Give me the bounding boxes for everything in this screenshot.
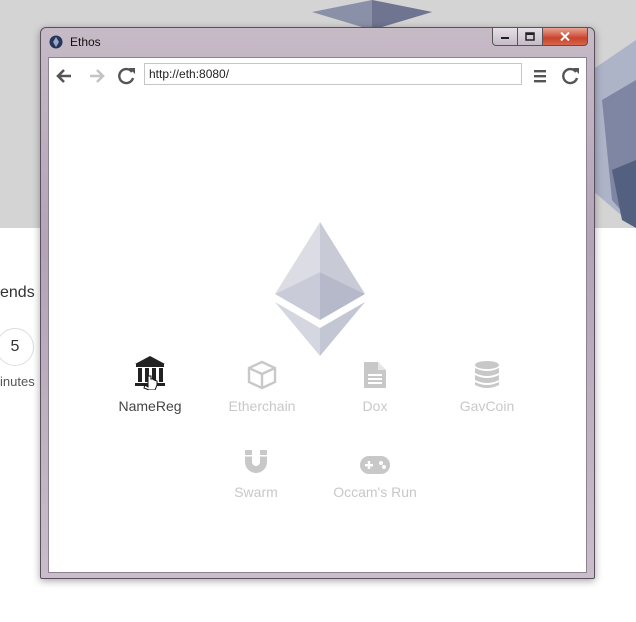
back-button[interactable] <box>54 66 76 86</box>
background-counter: 5 <box>0 328 34 366</box>
app-label: Dox <box>362 398 388 414</box>
app-label: Etherchain <box>228 398 296 414</box>
reload-icon <box>118 67 135 85</box>
browser-toolbar: http://eth:8080/ <box>49 58 586 94</box>
hamburger-menu-icon <box>534 70 546 83</box>
app-swarm[interactable]: Swarm <box>211 440 301 500</box>
minimize-button[interactable] <box>492 28 518 46</box>
window-title: Ethos <box>70 35 101 49</box>
background-crystal-shard <box>592 40 636 228</box>
forward-button[interactable] <box>85 66 107 86</box>
app-label: Swarm <box>234 484 278 500</box>
app-occams-run[interactable]: Occam's Run <box>330 440 420 500</box>
background-heading-fragment: ends i <box>0 284 43 301</box>
refresh-icon <box>562 67 579 85</box>
app-label: Occam's Run <box>333 484 417 500</box>
ethereum-logo <box>275 222 365 356</box>
gamepad-icon <box>360 456 390 474</box>
ethos-app-icon <box>49 35 63 49</box>
document-icon <box>364 362 386 388</box>
bank-icon <box>135 356 165 390</box>
maximize-button[interactable] <box>518 28 543 46</box>
address-bar[interactable]: http://eth:8080/ <box>144 63 522 85</box>
browser-content: http://eth:8080/ NameReg Etherchain Dox … <box>48 57 587 573</box>
window-controls <box>492 28 588 48</box>
cube-icon <box>247 360 277 390</box>
maximize-icon <box>525 32 535 41</box>
app-gavcoin[interactable]: GavCoin <box>442 354 532 414</box>
ethos-window: Ethos http://eth:8080/ NameReg Etherchai… <box>40 27 595 579</box>
minimize-icon <box>501 36 509 39</box>
app-etherchain[interactable]: Etherchain <box>217 354 307 414</box>
window-titlebar[interactable]: Ethos <box>41 28 594 56</box>
app-label: GavCoin <box>459 398 515 414</box>
magnet-icon <box>245 450 267 473</box>
menu-button[interactable] <box>529 66 551 86</box>
background-counter-label: inutes <box>0 374 35 389</box>
app-namereg[interactable]: NameReg <box>105 354 195 414</box>
refresh-button[interactable] <box>560 66 582 86</box>
reload-button[interactable] <box>116 66 138 86</box>
close-button[interactable] <box>543 28 588 46</box>
close-icon <box>560 32 570 41</box>
arrow-right-icon <box>90 69 105 83</box>
database-icon <box>475 361 499 388</box>
app-dox[interactable]: Dox <box>330 354 420 414</box>
arrow-left-icon <box>56 69 71 83</box>
background-ethereum-crystal <box>312 0 432 30</box>
app-label: NameReg <box>118 398 182 414</box>
